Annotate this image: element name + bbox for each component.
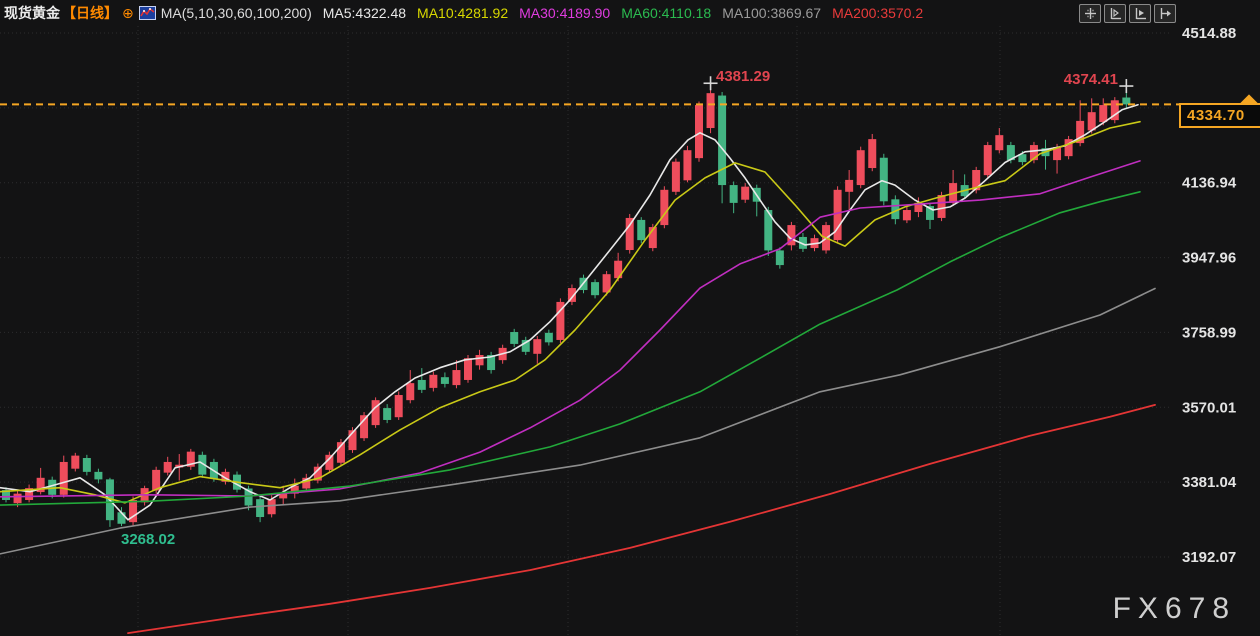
axis-scale-right-icon[interactable]	[1129, 4, 1151, 23]
crosshair-icon[interactable]	[1079, 4, 1101, 23]
svg-text:3570.01: 3570.01	[1182, 399, 1236, 416]
ma-line-ma5	[0, 105, 1138, 520]
add-indicator-icon[interactable]: ⊕	[122, 5, 134, 22]
chart-topbar: 现货黄金 【日线】 ⊕ MA(5,10,30,60,100,200) MA5:4…	[0, 0, 1260, 26]
symbol-name[interactable]: 现货黄金	[4, 3, 60, 23]
candlesticks	[2, 86, 1130, 527]
ma-line-ma10	[0, 122, 1140, 503]
ma-line-ma60	[0, 192, 1140, 505]
ma-params-label: MA(5,10,30,60,100,200)	[161, 5, 312, 21]
svg-text:4374.41: 4374.41	[1064, 71, 1118, 88]
ma5-value: MA5:4322.48	[323, 5, 406, 21]
chart-window: 4514.884325.914136.943947.963758.993570.…	[0, 0, 1260, 636]
current-price-label: 4334.70	[1179, 103, 1260, 128]
mini-chart-icon[interactable]	[139, 6, 156, 20]
ma60-value: MA60:4110.18	[621, 5, 711, 21]
svg-text:3192.07: 3192.07	[1182, 549, 1236, 566]
ma-line-ma200	[128, 405, 1155, 633]
svg-text:3758.99: 3758.99	[1182, 324, 1236, 341]
grid-lines	[0, 26, 1172, 636]
ma200-value: MA200:3570.2	[832, 5, 923, 21]
svg-text:4514.88: 4514.88	[1182, 25, 1236, 42]
watermark: FX678	[1113, 592, 1236, 626]
current-price-line	[0, 94, 1258, 104]
svg-text:4381.29: 4381.29	[716, 68, 770, 85]
ma-lines	[0, 105, 1155, 633]
chart-canvas[interactable]: 4514.884325.914136.943947.963758.993570.…	[0, 0, 1260, 636]
ma10-value: MA10:4281.92	[417, 5, 508, 21]
ma100-value: MA100:3869.67	[722, 5, 821, 21]
svg-text:3268.02: 3268.02	[121, 531, 175, 548]
svg-text:4136.94: 4136.94	[1182, 175, 1237, 192]
ma-line-ma30	[0, 161, 1140, 497]
ma30-value: MA30:4189.90	[519, 5, 610, 21]
timeframe-label[interactable]: 【日线】	[62, 3, 118, 23]
jump-to-latest-icon[interactable]	[1154, 4, 1176, 23]
axis-scale-left-icon[interactable]	[1104, 4, 1126, 23]
price-annotations: 4381.29 4374.41 3268.02	[121, 68, 1118, 548]
svg-text:3381.04: 3381.04	[1182, 474, 1237, 491]
svg-text:3947.96: 3947.96	[1182, 250, 1236, 267]
chart-toolbar	[1079, 4, 1176, 23]
